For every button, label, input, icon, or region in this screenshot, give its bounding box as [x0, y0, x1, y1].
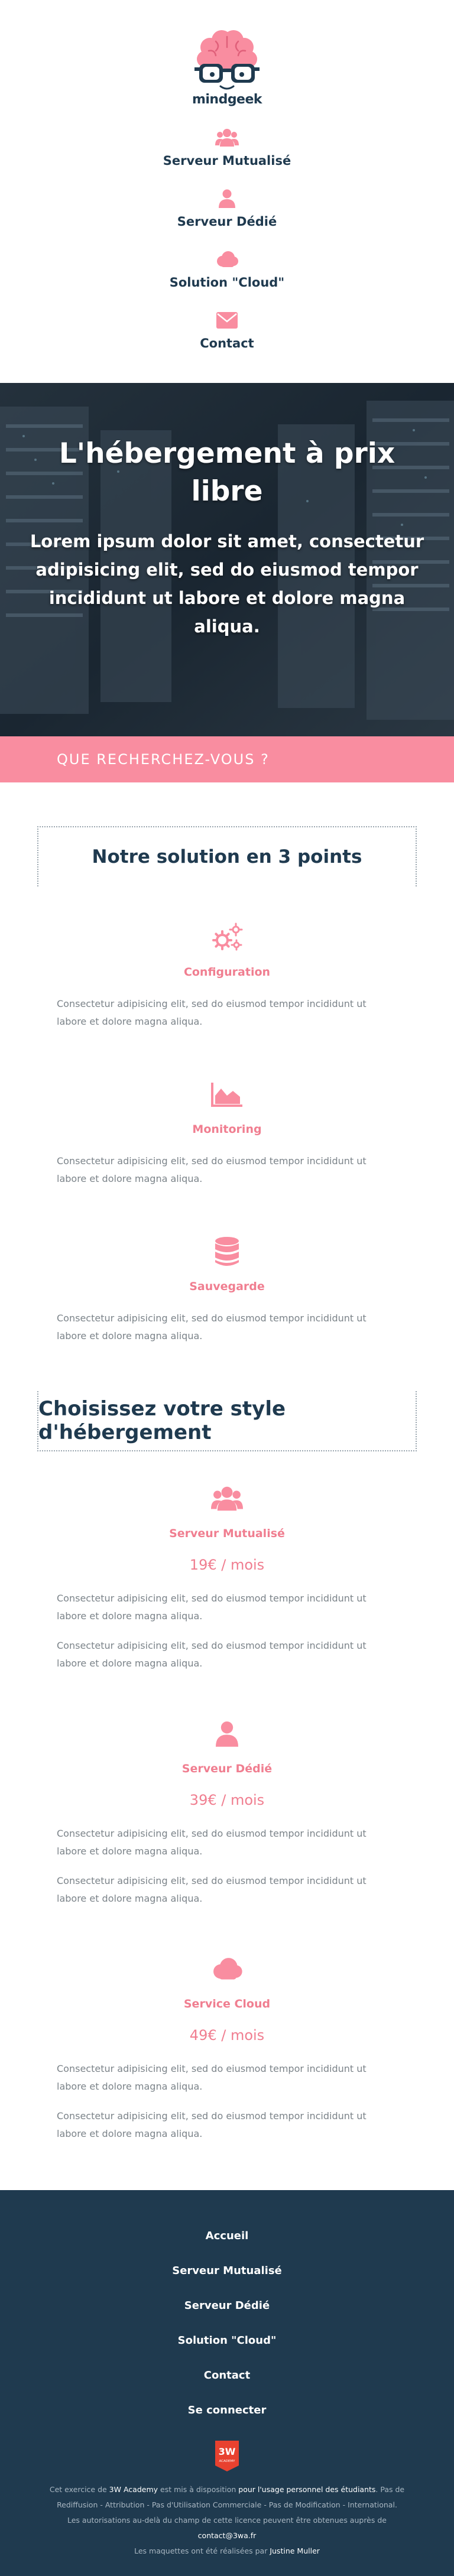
user-icon: [209, 1719, 245, 1749]
feature-text: Consectetur adipisicing elit, sed do eiu…: [57, 1155, 367, 1184]
footer-link-serveur-mutualise[interactable]: Serveur Mutualisé: [172, 2264, 282, 2299]
main-nav: Serveur Mutualisé Serveur Dédié Solution…: [163, 126, 291, 370]
nav-item-serveur-dedie[interactable]: Serveur Dédié: [177, 187, 277, 248]
search-input[interactable]: [57, 751, 411, 768]
nav-item-serveur-mutualise[interactable]: Serveur Mutualisé: [163, 126, 291, 187]
plan-serveur-dedie: Serveur Dédié 39€ / mois Consectetur adi…: [0, 1719, 454, 1908]
page: mindgeek Serveur Mutualisé Serveur Dédié…: [0, 0, 454, 2576]
3w-academy-logo-icon: 3W ACADEMY: [215, 2441, 239, 2471]
hosting-section: Choisissez votre style d'hébergement Ser…: [0, 1391, 454, 2143]
users-icon: [209, 1483, 245, 1514]
footer-link-se-connecter[interactable]: Se connecter: [188, 2403, 267, 2438]
svg-text:ACADEMY: ACADEMY: [219, 2460, 235, 2463]
plan-title: Serveur Mutualisé: [169, 1527, 285, 1540]
feature-title: Configuration: [183, 966, 271, 979]
nav-item-solution-cloud[interactable]: Solution "Cloud": [169, 248, 285, 309]
solution-title-box: Notre solution en 3 points: [37, 826, 417, 886]
plan-serveur-mutualise: Serveur Mutualisé 19€ / mois Consectetur…: [0, 1483, 454, 1672]
footer-link-solution-cloud[interactable]: Solution "Cloud": [178, 2334, 277, 2369]
nav-label: Solution "Cloud": [169, 275, 285, 290]
plan-price: 39€ / mois: [189, 1792, 265, 1808]
logo-text: mindgeek: [192, 92, 262, 107]
section-title: Choisissez votre style d'hébergement: [38, 1397, 286, 1444]
footer: Accueil Serveur Mutualisé Serveur Dédié …: [0, 2190, 454, 2576]
envelope-icon: [215, 309, 239, 332]
database-icon: [209, 1236, 245, 1267]
users-icon: [215, 126, 239, 149]
user-icon: [215, 187, 239, 210]
feature-monitoring: Monitoring Consectetur adipisicing elit,…: [0, 1079, 454, 1188]
area-chart-icon: [209, 1079, 245, 1110]
hero-subtitle: Lorem ipsum dolor sit amet, consectetur …: [30, 531, 424, 636]
footer-link-contact[interactable]: Contact: [204, 2369, 250, 2403]
feature-sauvegarde: Sauvegarde Consectetur adipisicing elit,…: [0, 1236, 454, 1345]
gears-icon: [209, 922, 245, 953]
plan-text: Consectetur adipisicing elit, sed do eiu…: [57, 2063, 367, 2092]
footer-3w-academy-link[interactable]: 3W Academy: [109, 2485, 158, 2494]
footer-author-name: Justine Muller: [270, 2546, 320, 2555]
footer-license-text: Cet exercice de 3W Academy est mis à dis…: [49, 2485, 405, 2555]
svg-text:3W: 3W: [219, 2446, 236, 2457]
hero: L'hébergement à prix libre Lorem ipsum d…: [0, 383, 454, 736]
plan-text: Consectetur adipisicing elit, sed do eiu…: [57, 1828, 367, 1857]
plan-title: Serveur Dédié: [181, 1762, 273, 1775]
footer-link-accueil[interactable]: Accueil: [206, 2229, 249, 2264]
hero-title: L'hébergement à prix libre: [59, 437, 395, 508]
plan-price: 49€ / mois: [189, 2027, 265, 2044]
nav-label: Serveur Mutualisé: [163, 154, 291, 168]
footer-link-serveur-dedie[interactable]: Serveur Dédié: [184, 2299, 270, 2334]
feature-title: Sauvegarde: [189, 1280, 265, 1293]
plan-service-cloud: Service Cloud 49€ / mois Consectetur adi…: [0, 1954, 454, 2143]
solution-section: Notre solution en 3 points Configuration…: [0, 826, 454, 1345]
search-bar: [0, 736, 454, 782]
brain-glasses-logo-icon: [194, 30, 260, 90]
feature-title: Monitoring: [192, 1123, 262, 1136]
section-title: Notre solution en 3 points: [92, 846, 362, 868]
nav-label: Contact: [200, 336, 254, 350]
footer-contact-email-link[interactable]: contact@3wa.fr: [198, 2531, 257, 2540]
hero-content: L'hébergement à prix libre Lorem ipsum d…: [0, 383, 454, 641]
plan-price: 19€ / mois: [189, 1557, 265, 1573]
nav-label: Serveur Dédié: [177, 215, 277, 229]
header: mindgeek Serveur Mutualisé Serveur Dédié…: [0, 0, 454, 383]
logo[interactable]: mindgeek: [192, 30, 262, 107]
hosting-title-box: Choisissez votre style d'hébergement: [37, 1391, 417, 1451]
feature-text: Consectetur adipisicing elit, sed do eiu…: [57, 998, 367, 1027]
plan-text: Consectetur adipisicing elit, sed do eiu…: [57, 1875, 367, 1904]
plan-text: Consectetur adipisicing elit, sed do eiu…: [57, 1593, 367, 1622]
nav-item-contact[interactable]: Contact: [200, 309, 254, 370]
footer-nav: Accueil Serveur Mutualisé Serveur Dédié …: [172, 2229, 282, 2438]
cloud-icon: [215, 248, 239, 271]
feature-text: Consectetur adipisicing elit, sed do eiu…: [57, 1313, 367, 1341]
plan-title: Service Cloud: [183, 1997, 271, 2010]
cloud-icon: [209, 1954, 245, 1984]
plan-text: Consectetur adipisicing elit, sed do eiu…: [57, 2110, 367, 2139]
feature-configuration: Configuration Consectetur adipisicing el…: [0, 922, 454, 1031]
plan-text: Consectetur adipisicing elit, sed do eiu…: [57, 1640, 367, 1669]
